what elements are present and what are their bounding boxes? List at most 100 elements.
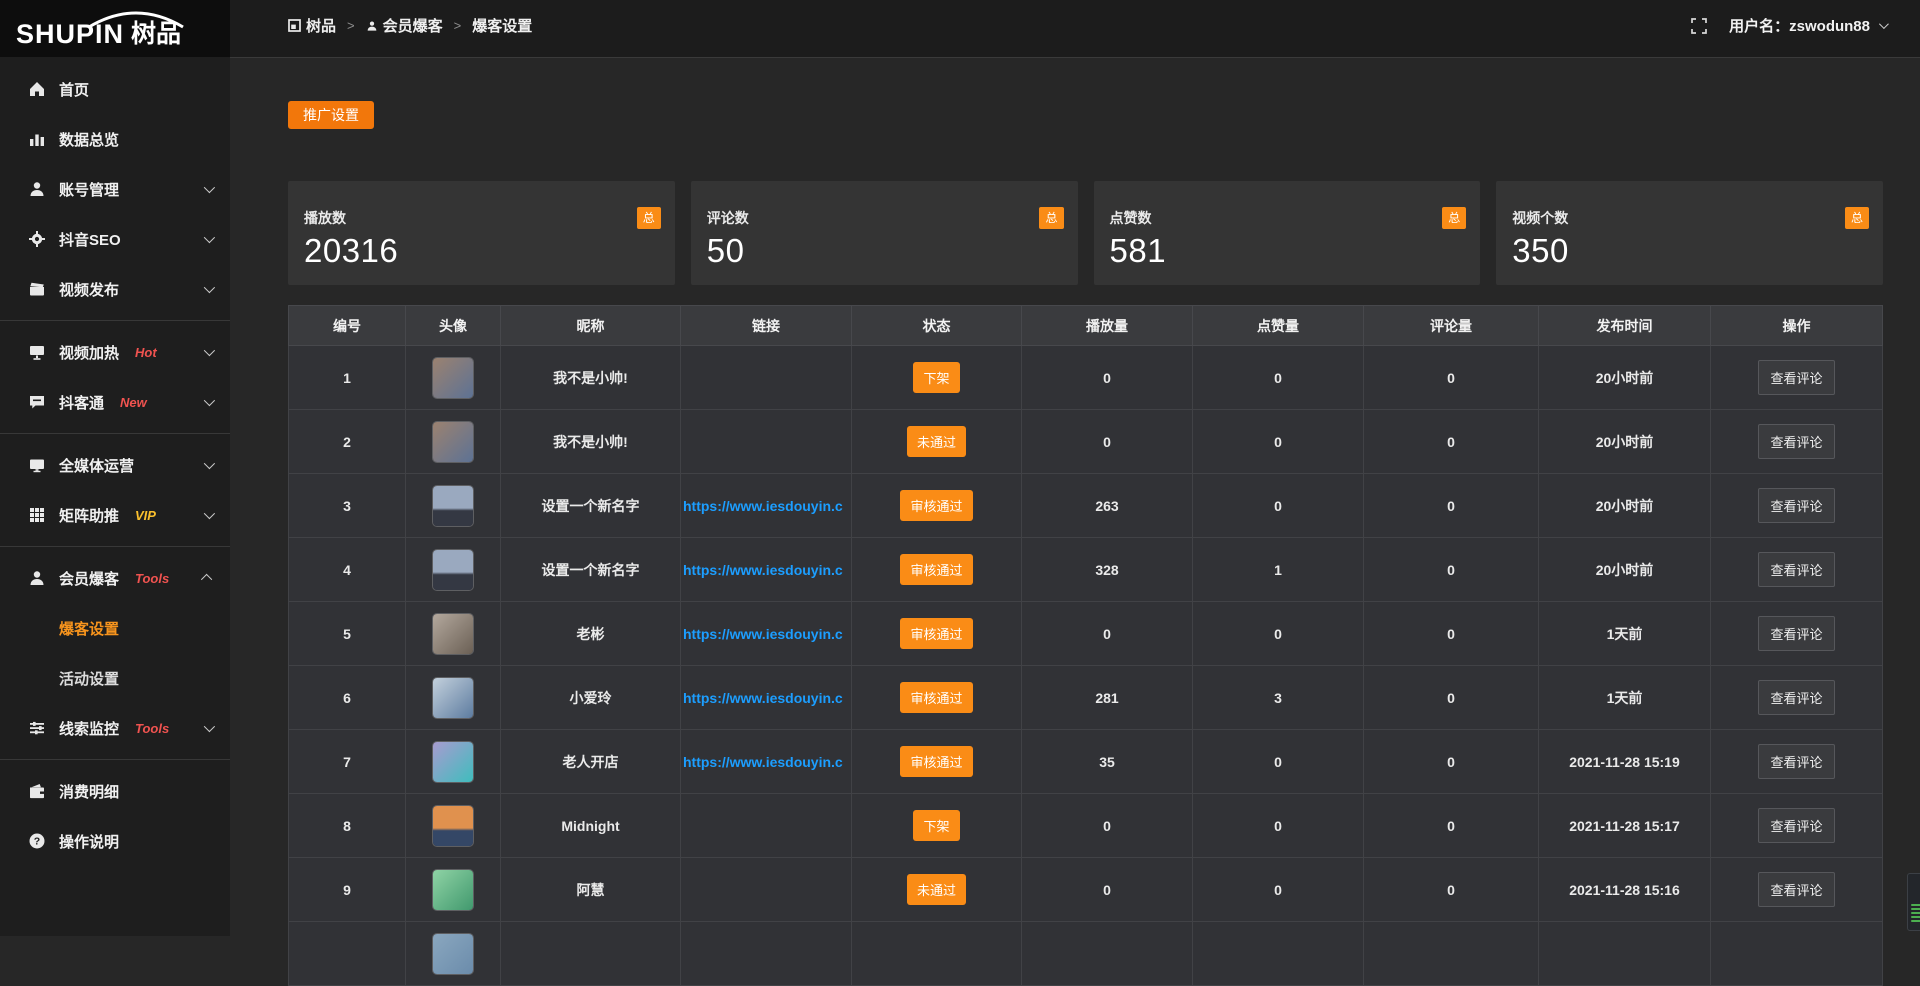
cell-number: 2 — [289, 410, 406, 474]
sidebar-item-douketong[interactable]: 抖客通New — [0, 377, 230, 427]
view-comments-button[interactable]: 查看评论 — [1758, 744, 1834, 779]
cell-publish-time: 20小时前 — [1539, 474, 1711, 538]
view-comments-button[interactable]: 查看评论 — [1758, 616, 1834, 651]
sidebar-subitem-activity-settings[interactable]: 活动设置 — [0, 653, 230, 703]
cell-avatar — [406, 730, 501, 794]
douketong-icon — [28, 393, 46, 411]
avatar — [433, 550, 473, 590]
sidebar-item-label: 抖客通 — [59, 392, 104, 413]
cell-comments: 0 — [1364, 410, 1539, 474]
sidebar-subitem-baoke-settings[interactable]: 爆客设置 — [0, 603, 230, 653]
view-comments-button[interactable]: 查看评论 — [1758, 680, 1834, 715]
promo-settings-button[interactable]: 推广设置 — [288, 101, 374, 129]
chevron-down-icon — [204, 458, 215, 469]
table-row: 1我不是小帅!下架00020小时前查看评论 — [289, 346, 1883, 410]
cell-action: 查看评论 — [1711, 858, 1883, 922]
cell-nickname: 我不是小帅! — [501, 346, 681, 410]
cell-action — [1711, 922, 1883, 986]
sidebar-item-data-overview[interactable]: 数据总览 — [0, 114, 230, 164]
cell-link: https://www.iesdouyin.c — [681, 730, 852, 794]
table-row: 2我不是小帅!未通过00020小时前查看评论 — [289, 410, 1883, 474]
cell-status: 审核通过 — [852, 666, 1022, 730]
chevron-down-icon — [204, 508, 215, 519]
view-comments-button[interactable]: 查看评论 — [1758, 424, 1834, 459]
avatar — [433, 358, 473, 398]
svg-text:?: ? — [34, 836, 40, 848]
matrix-boost-icon — [28, 506, 46, 524]
table-row: 8Midnight下架0002021-11-28 15:17查看评论 — [289, 794, 1883, 858]
video-publish-icon — [28, 280, 46, 298]
table-row — [289, 922, 1883, 986]
cell-plays: 328 — [1022, 538, 1193, 602]
account-management-icon — [28, 180, 46, 198]
video-link[interactable]: https://www.iesdouyin.c — [681, 626, 851, 642]
breadcrumb-label: 树品 — [306, 15, 336, 36]
app-logo[interactable]: SHUPIN 树品 — [0, 0, 230, 57]
sidebar-item-member-baoke[interactable]: 会员爆客Tools — [0, 553, 230, 603]
chevron-down-icon — [204, 232, 215, 243]
chevron-up-icon — [201, 574, 212, 585]
stat-card-value: 20316 — [304, 232, 661, 270]
breadcrumb-item-2[interactable]: 会员爆客 — [366, 15, 443, 36]
cell-number: 5 — [289, 602, 406, 666]
user-menu[interactable]: 用户名：zswodun88 — [1729, 15, 1886, 36]
status-badge: 审核通过 — [900, 554, 972, 585]
view-comments-button[interactable]: 查看评论 — [1758, 488, 1834, 523]
cell-nickname: 设置一个新名字 — [501, 538, 681, 602]
cell-comments: 0 — [1364, 346, 1539, 410]
avatar — [433, 422, 473, 462]
cell-likes: 3 — [1193, 666, 1364, 730]
cell-link — [681, 922, 852, 986]
video-heating-icon — [28, 343, 46, 361]
stat-card-2: 评论数总50 — [691, 181, 1078, 285]
sidebar-menu: 首页数据总览账号管理抖音SEO视频发布视频加热Hot抖客通New全媒体运营矩阵助… — [0, 57, 230, 866]
cell-number: 9 — [289, 858, 406, 922]
cell-comments: 0 — [1364, 730, 1539, 794]
cell-action: 查看评论 — [1711, 730, 1883, 794]
video-link[interactable]: https://www.iesdouyin.c — [681, 498, 851, 514]
video-link[interactable]: https://www.iesdouyin.c — [681, 690, 851, 706]
sidebar-item-clue-monitoring[interactable]: 线索监控Tools — [0, 703, 230, 753]
sidebar-item-home[interactable]: 首页 — [0, 64, 230, 114]
breadcrumb-item-1[interactable]: 树品 — [288, 15, 336, 36]
sidebar-item-operation-guide[interactable]: ? 操作说明 — [0, 816, 230, 866]
cell-publish-time: 2021-11-28 15:17 — [1539, 794, 1711, 858]
cell-publish-time: 2021-11-28 15:19 — [1539, 730, 1711, 794]
cell-avatar — [406, 794, 501, 858]
sidebar-item-label: 操作说明 — [59, 831, 119, 852]
cell-publish-time: 1天前 — [1539, 666, 1711, 730]
cell-nickname: 老彬 — [501, 602, 681, 666]
status-badge: 审核通过 — [900, 490, 972, 521]
sidebar-item-account-management[interactable]: 账号管理 — [0, 164, 230, 214]
sidebar-item-video-publish[interactable]: 视频发布 — [0, 264, 230, 314]
sidebar-item-all-media-operation[interactable]: 全媒体运营 — [0, 440, 230, 490]
cell-nickname: 小爱玲 — [501, 666, 681, 730]
sidebar-item-matrix-boost[interactable]: 矩阵助推VIP — [0, 490, 230, 540]
avatar — [433, 870, 473, 910]
fullscreen-icon[interactable] — [1691, 18, 1707, 34]
sidebar-item-consumption-details[interactable]: 消费明细 — [0, 766, 230, 816]
column-header-4: 链接 — [681, 306, 852, 346]
chevron-down-icon — [204, 282, 215, 293]
all-media-operation-icon — [28, 456, 46, 474]
cell-comments: 0 — [1364, 474, 1539, 538]
view-comments-button[interactable]: 查看评论 — [1758, 360, 1834, 395]
view-comments-button[interactable]: 查看评论 — [1758, 808, 1834, 843]
cell-link — [681, 794, 852, 858]
video-link[interactable]: https://www.iesdouyin.c — [681, 562, 851, 578]
cell-likes — [1193, 922, 1364, 986]
avatar — [433, 678, 473, 718]
cell-publish-time: 20小时前 — [1539, 538, 1711, 602]
column-header-2: 头像 — [406, 306, 501, 346]
sidebar-item-video-heating[interactable]: 视频加热Hot — [0, 327, 230, 377]
view-comments-button[interactable]: 查看评论 — [1758, 872, 1834, 907]
view-comments-button[interactable]: 查看评论 — [1758, 552, 1834, 587]
sidebar-item-label: 矩阵助推 — [59, 505, 119, 526]
sidebar-item-douyin-seo[interactable]: 抖音SEO — [0, 214, 230, 264]
widget-tick — [1911, 908, 1920, 910]
floating-widget[interactable] — [1907, 873, 1920, 931]
sidebar-badge-hot: Hot — [135, 345, 157, 360]
cell-action: 查看评论 — [1711, 794, 1883, 858]
video-link[interactable]: https://www.iesdouyin.c — [681, 754, 851, 770]
sidebar-subitem-label: 活动设置 — [59, 668, 119, 689]
